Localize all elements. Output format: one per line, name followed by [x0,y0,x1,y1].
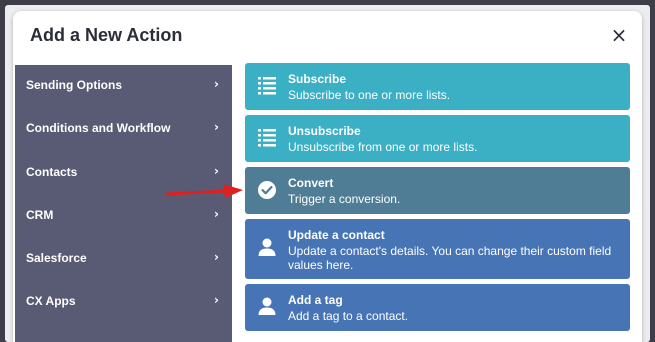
action-name: Add a tag [288,293,343,307]
action-add-tag[interactable]: Add a tag Add a tag to a contact. [245,284,630,331]
sidebar-item-label: Conditions and Workflow [26,121,171,135]
action-description: Unsubscribe from one or more lists. [288,140,478,154]
action-name: Unsubscribe [288,124,361,138]
list-icon [258,129,276,147]
modal-title: Add a New Action [30,25,183,45]
action-description: Trigger a conversion. [288,192,401,206]
modal-header: Add a New Action × [13,11,642,61]
chevron-right-icon: › [214,293,219,307]
close-button[interactable]: × [609,25,629,45]
sidebar-item-label: CRM [26,208,54,222]
chevron-right-icon: › [214,207,219,221]
sidebar-item-label: Contacts [26,165,78,179]
chevron-right-icon: › [214,120,219,134]
chevron-right-icon: › [214,250,219,264]
sidebar-item-salesforce[interactable]: Salesforce › [15,238,232,281]
action-description: Subscribe to one or more lists. [288,88,451,102]
sidebar-item-conditions-workflow[interactable]: Conditions and Workflow › [15,108,232,151]
checkmark-circle-icon [258,181,276,199]
add-action-modal: Add a New Action × Sending Options › Con… [13,11,642,342]
sidebar-item-label: Sending Options [26,78,122,92]
action-name: Convert [288,176,334,190]
action-description: Add a tag to a contact. [288,309,409,323]
action-subscribe[interactable]: Subscribe Subscribe to one or more lists… [245,63,630,110]
action-description: Update a contact's details. You can chan… [288,244,612,272]
action-convert[interactable]: Convert Trigger a conversion. [245,167,630,214]
action-list: Subscribe Subscribe to one or more lists… [245,63,631,342]
user-icon [258,238,276,256]
sidebar-item-cx-apps[interactable]: CX Apps › [15,281,232,324]
sidebar-item-label: CX Apps [26,294,76,308]
chevron-right-icon: › [214,164,219,178]
user-icon [258,297,276,315]
action-update-contact[interactable]: Update a contact Update a contact's deta… [245,219,630,279]
list-icon [258,77,276,95]
action-unsubscribe[interactable]: Unsubscribe Unsubscribe from one or more… [245,115,630,162]
sidebar-item-label: Salesforce [26,251,87,265]
sidebar-item-sending-options[interactable]: Sending Options › [15,65,232,108]
action-name: Subscribe [288,72,347,86]
annotation-arrow-icon [165,184,243,198]
chevron-right-icon: › [214,77,219,91]
action-name: Update a contact [288,228,385,242]
action-category-sidebar: Sending Options › Conditions and Workflo… [15,65,232,342]
